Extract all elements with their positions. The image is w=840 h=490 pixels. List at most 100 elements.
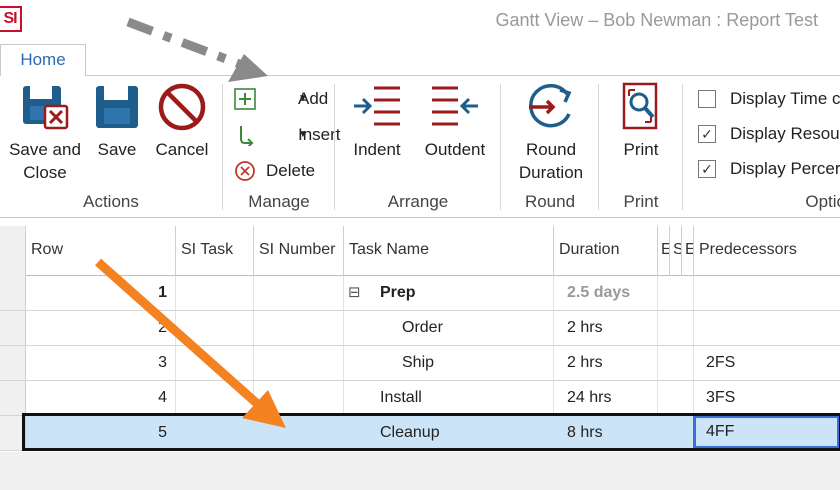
group-round: Round Duration Round	[502, 76, 598, 218]
si-number-cell[interactable]	[254, 311, 344, 345]
tab-home[interactable]: Home	[0, 44, 86, 77]
collapse-toggle-icon[interactable]: ⊟	[348, 276, 361, 310]
delete-label: Delete	[266, 161, 316, 180]
round-duration-icon	[529, 83, 572, 128]
cancel-button[interactable]: Cancel	[148, 80, 216, 161]
duration-cell[interactable]: 2.5 days	[554, 276, 658, 310]
display-percent-label: Display Percer	[730, 159, 840, 178]
group-options: Display Time c ✓ Display Resou ✓ Display…	[684, 76, 840, 218]
column-header-si-number[interactable]: SI Number	[254, 226, 344, 276]
column-header-duration[interactable]: Duration	[554, 226, 658, 276]
flags-cell	[658, 276, 694, 310]
grid-header: Row SI Task SI Number Task Name Duration…	[0, 226, 840, 276]
column-header-e1[interactable]: E	[658, 226, 670, 276]
duration-cell[interactable]: 2 hrs	[554, 311, 658, 345]
grid-empty-area	[0, 452, 840, 490]
add-icon	[234, 88, 256, 110]
display-time-label: Display Time c	[730, 89, 840, 108]
column-header-row[interactable]: Row	[26, 226, 176, 276]
duration-cell[interactable]: 24 hrs	[554, 381, 658, 415]
cancel-icon	[158, 83, 206, 131]
column-header-s[interactable]: S	[670, 226, 682, 276]
si-task-cell[interactable]	[176, 416, 254, 450]
task-name-cell[interactable]: ⊟ Prep	[344, 276, 554, 310]
round-duration-label: Round Duration	[518, 140, 584, 182]
task-name-cell[interactable]: Install	[344, 381, 554, 415]
column-header-predecessors[interactable]: Predecessors	[694, 226, 840, 276]
outdent-label: Outdent	[424, 140, 486, 159]
task-name-cell[interactable]: Order	[344, 311, 554, 345]
row-number: 1	[26, 276, 176, 310]
table-row[interactable]: 2 Order 2 hrs	[0, 311, 840, 346]
print-preview-icon	[622, 82, 658, 130]
task-name-cell[interactable]: Ship	[344, 346, 554, 380]
row-selector-header	[0, 226, 26, 276]
round-duration-button[interactable]: Round Duration	[510, 80, 592, 184]
row-number: 3	[26, 346, 176, 380]
si-number-cell[interactable]	[254, 416, 344, 450]
flags-cell	[658, 311, 694, 345]
checkmark-icon[interactable]: ✓	[698, 125, 716, 143]
save-button[interactable]: Save	[88, 80, 146, 161]
row-selector[interactable]	[0, 381, 26, 415]
row-number: 2	[26, 311, 176, 345]
save-icon	[96, 86, 138, 128]
si-task-cell[interactable]	[176, 346, 254, 380]
print-label: Print	[623, 140, 659, 159]
insert-icon	[240, 126, 254, 146]
column-header-task-name[interactable]: Task Name	[344, 226, 554, 276]
column-header-e2[interactable]: E	[682, 226, 694, 276]
si-number-cell[interactable]	[254, 381, 344, 415]
ribbon-separator	[222, 84, 223, 210]
display-resources-label: Display Resou	[730, 124, 840, 143]
ribbon-separator	[598, 84, 599, 210]
si-number-cell[interactable]	[254, 346, 344, 380]
outdent-button[interactable]: Outdent	[416, 80, 494, 161]
row-selector[interactable]	[0, 311, 26, 345]
si-task-cell[interactable]	[176, 311, 254, 345]
checkmark-icon[interactable]: ✓	[698, 160, 716, 178]
table-row[interactable]: 1 ⊟ Prep 2.5 days	[0, 276, 840, 311]
save-and-close-label: Save and Close	[9, 140, 81, 182]
options-group-label: Optio	[805, 192, 840, 211]
predecessors-cell[interactable]	[694, 276, 840, 310]
round-group-label: Round	[524, 192, 576, 211]
duration-cell[interactable]: 2 hrs	[554, 346, 658, 380]
table-row[interactable]: 3 Ship 2 hrs 2FS	[0, 346, 840, 381]
predecessors-cell[interactable]: 3FS	[694, 381, 840, 415]
flags-cell	[658, 346, 694, 380]
si-task-cell[interactable]	[176, 276, 254, 310]
predecessors-cell[interactable]: 2FS	[694, 346, 840, 380]
flags-cell	[658, 381, 694, 415]
table-row[interactable]: 4 Install 24 hrs 3FS	[0, 381, 840, 416]
group-arrange: Indent Outdent Arrange	[336, 76, 500, 218]
window-title: Gantt View – Bob Newman : Report Test	[495, 10, 819, 30]
column-header-si-task[interactable]: SI Task	[176, 226, 254, 276]
row-selector[interactable]	[0, 416, 26, 450]
predecessors-edit-cell[interactable]: 4FF	[693, 415, 840, 449]
save-and-close-button[interactable]: Save and Close	[4, 80, 86, 184]
si-number-cell[interactable]	[254, 276, 344, 310]
checkbox-unchecked-icon[interactable]	[698, 90, 716, 108]
duration-cell[interactable]: 8 hrs	[554, 416, 658, 450]
indent-button[interactable]: Indent	[342, 80, 412, 161]
ribbon: Save and Close Save Cancel Actions Add ▼…	[0, 76, 840, 218]
title-bar: SI Gantt View – Bob Newman : Report Test	[0, 0, 840, 42]
row-selector[interactable]	[0, 346, 26, 380]
actions-group-label: Actions	[83, 192, 139, 211]
ribbon-tabstrip: Home	[0, 42, 840, 77]
delete-icon	[235, 161, 255, 181]
insert-dropdown-caret-icon[interactable]: ▼	[298, 120, 308, 150]
group-manage: Add ▼ Insert ▼ Delete Manage	[224, 76, 341, 218]
ribbon-separator	[682, 84, 683, 210]
predecessors-cell[interactable]	[694, 311, 840, 345]
si-task-cell[interactable]	[176, 381, 254, 415]
add-dropdown-caret-icon[interactable]: ▼	[298, 84, 308, 114]
print-button[interactable]: Print	[608, 80, 674, 161]
manage-group-label: Manage	[248, 192, 310, 211]
row-selector[interactable]	[0, 276, 26, 310]
outdent-icon	[432, 86, 478, 126]
indent-label: Indent	[353, 140, 401, 159]
row-number: 4	[26, 381, 176, 415]
task-name-cell[interactable]: Cleanup	[344, 416, 554, 450]
